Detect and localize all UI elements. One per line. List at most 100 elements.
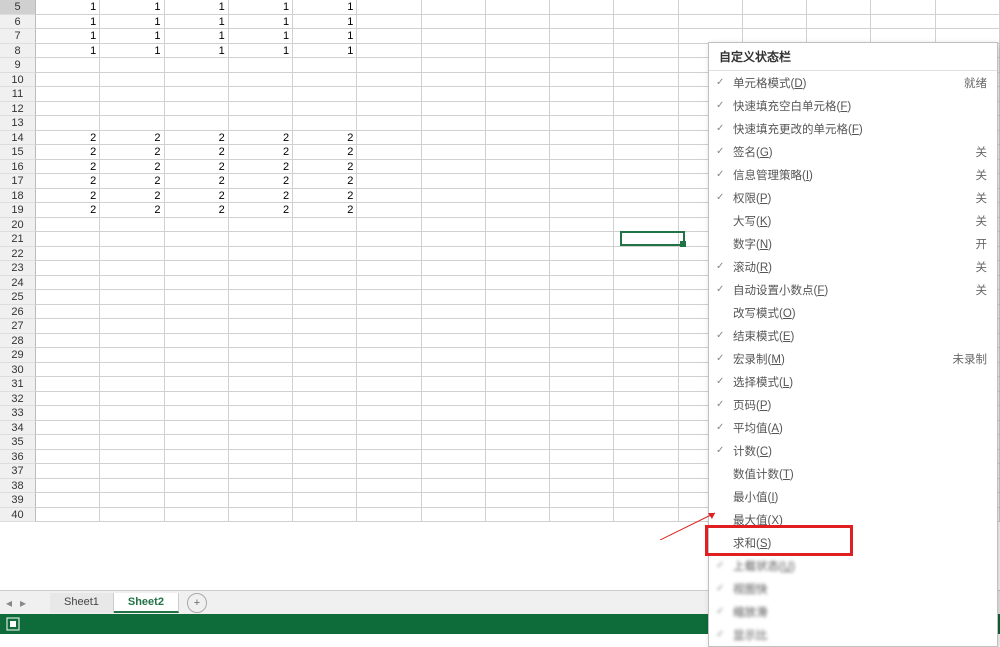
cell[interactable] <box>422 508 486 523</box>
cell[interactable] <box>293 247 357 262</box>
cell[interactable]: 1 <box>165 44 229 59</box>
cell[interactable] <box>36 435 100 450</box>
row-header[interactable]: 29 <box>0 348 36 363</box>
cell[interactable] <box>422 189 486 204</box>
cell[interactable] <box>871 0 935 15</box>
cell[interactable] <box>165 87 229 102</box>
cell[interactable] <box>165 276 229 291</box>
cell[interactable] <box>422 160 486 175</box>
cell[interactable] <box>614 160 678 175</box>
cell[interactable] <box>614 276 678 291</box>
cell[interactable] <box>614 102 678 117</box>
cell[interactable] <box>357 334 421 349</box>
cell[interactable] <box>357 392 421 407</box>
cell[interactable] <box>100 508 164 523</box>
cell[interactable] <box>357 261 421 276</box>
cell[interactable] <box>614 479 678 494</box>
cell[interactable] <box>486 73 550 88</box>
cell[interactable] <box>357 247 421 262</box>
row-header[interactable]: 19 <box>0 203 36 218</box>
cell[interactable] <box>100 102 164 117</box>
cell[interactable] <box>100 290 164 305</box>
cell[interactable] <box>357 131 421 146</box>
row-header[interactable]: 25 <box>0 290 36 305</box>
cell[interactable] <box>357 305 421 320</box>
cell[interactable] <box>357 160 421 175</box>
cell[interactable] <box>550 247 614 262</box>
cell[interactable] <box>36 87 100 102</box>
cell[interactable] <box>165 464 229 479</box>
cell[interactable]: 2 <box>36 203 100 218</box>
cell[interactable] <box>357 290 421 305</box>
cell[interactable] <box>100 232 164 247</box>
cell[interactable] <box>486 450 550 465</box>
cell[interactable] <box>807 15 871 30</box>
cell[interactable]: 2 <box>100 189 164 204</box>
cell[interactable] <box>293 73 357 88</box>
cell[interactable] <box>486 174 550 189</box>
cell[interactable] <box>614 189 678 204</box>
context-menu-item[interactable]: ✓单元格模式(D)就绪 <box>709 71 997 94</box>
row-header[interactable]: 24 <box>0 276 36 291</box>
cell[interactable] <box>486 392 550 407</box>
row-header[interactable]: 5 <box>0 0 36 15</box>
cell[interactable] <box>293 464 357 479</box>
cell[interactable] <box>486 0 550 15</box>
row-header[interactable]: 34 <box>0 421 36 436</box>
cell[interactable] <box>422 58 486 73</box>
cell[interactable] <box>550 131 614 146</box>
cell[interactable] <box>165 363 229 378</box>
cell[interactable] <box>100 305 164 320</box>
cell[interactable]: 1 <box>229 0 293 15</box>
cell[interactable] <box>357 15 421 30</box>
context-menu-item[interactable]: ✓上载状态(U) <box>709 554 997 577</box>
cell[interactable]: 2 <box>229 145 293 160</box>
row-header[interactable]: 27 <box>0 319 36 334</box>
cell[interactable] <box>293 450 357 465</box>
cell[interactable] <box>486 232 550 247</box>
cell[interactable] <box>936 15 1000 30</box>
cell[interactable] <box>36 363 100 378</box>
cell[interactable] <box>36 102 100 117</box>
row-header[interactable]: 20 <box>0 218 36 233</box>
context-menu-item[interactable]: ✓自动设置小数点(F)关 <box>709 278 997 301</box>
cell[interactable] <box>550 203 614 218</box>
cell[interactable]: 1 <box>165 0 229 15</box>
cell[interactable]: 1 <box>293 44 357 59</box>
cell[interactable] <box>36 421 100 436</box>
cell[interactable] <box>36 116 100 131</box>
cell[interactable] <box>293 508 357 523</box>
cell[interactable] <box>550 392 614 407</box>
cell[interactable] <box>614 319 678 334</box>
cell[interactable] <box>36 392 100 407</box>
cell[interactable] <box>422 232 486 247</box>
cell[interactable]: 2 <box>293 160 357 175</box>
context-menu-item[interactable]: ✓平均值(A) <box>709 416 997 439</box>
cell[interactable] <box>100 493 164 508</box>
cell[interactable]: 1 <box>100 15 164 30</box>
cell[interactable] <box>486 276 550 291</box>
cell[interactable] <box>357 58 421 73</box>
cell[interactable] <box>486 435 550 450</box>
cell[interactable] <box>293 493 357 508</box>
cell[interactable] <box>36 73 100 88</box>
cell[interactable] <box>229 334 293 349</box>
row-header[interactable]: 13 <box>0 116 36 131</box>
cell[interactable] <box>100 450 164 465</box>
cell[interactable] <box>550 508 614 523</box>
cell[interactable] <box>36 290 100 305</box>
cell[interactable] <box>36 406 100 421</box>
cell[interactable] <box>550 102 614 117</box>
cell[interactable] <box>486 464 550 479</box>
cell[interactable]: 2 <box>36 145 100 160</box>
row-header[interactable]: 17 <box>0 174 36 189</box>
context-menu-item[interactable]: 数字(N)开 <box>709 232 997 255</box>
cell[interactable]: 2 <box>229 189 293 204</box>
cell[interactable] <box>550 189 614 204</box>
cell[interactable] <box>614 0 678 15</box>
cell[interactable] <box>679 15 743 30</box>
cell[interactable] <box>614 377 678 392</box>
cell[interactable]: 2 <box>229 131 293 146</box>
cell[interactable]: 1 <box>229 29 293 44</box>
cell[interactable] <box>100 319 164 334</box>
